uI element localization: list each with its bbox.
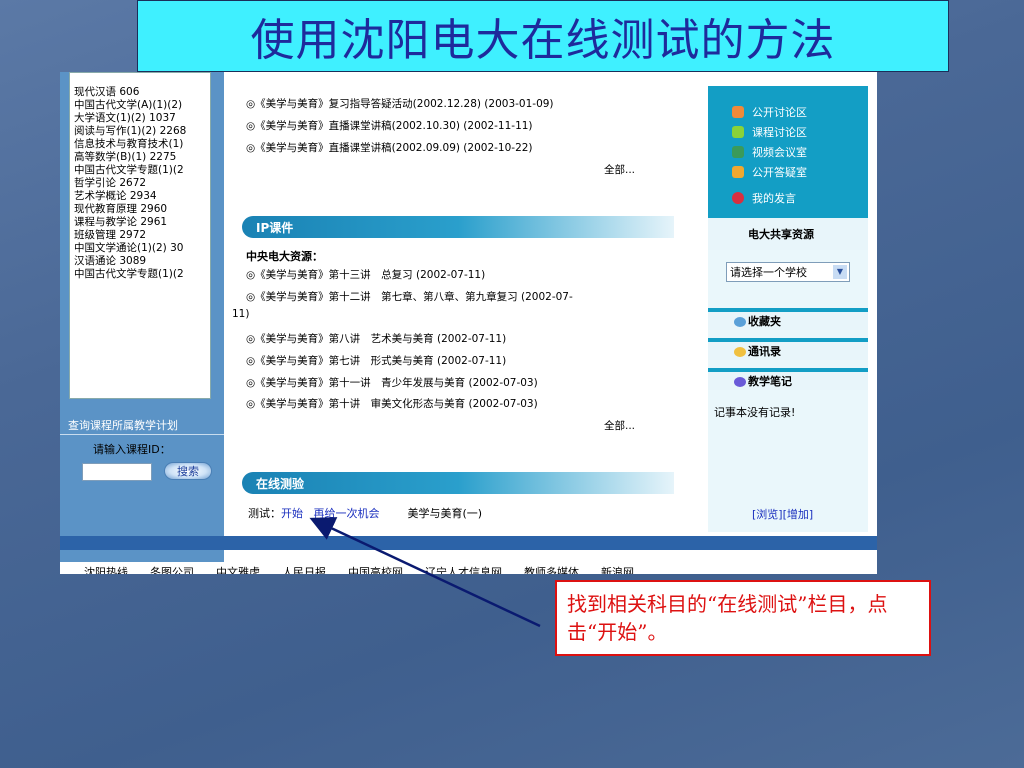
main-content: ◎《美学与美育》复习指导答疑活动(2002.12.28) (2003-01-09…	[232, 72, 732, 522]
favorites-icon	[734, 317, 746, 327]
list-item[interactable]: ◎《美学与美育》第十二讲 第七章、第八章、第九章复习 (2002-07-	[246, 289, 573, 304]
chevron-down-icon[interactable]: ▼	[833, 265, 847, 279]
list-item[interactable]: ◎《美学与美育》第七讲 形式美与美育 (2002-07-11)	[246, 353, 506, 368]
contacts-bar[interactable]: 通讯录	[708, 338, 868, 360]
school-select[interactable]: 请选择一个学校 ▼	[726, 262, 850, 282]
list-item[interactable]: 高等数学(B)(1) 2275	[74, 151, 210, 164]
share-resources-title: 电大共享资源	[708, 218, 868, 250]
contacts-label: 通讯录	[748, 345, 781, 358]
forum-item-my-posts[interactable]: 我的发言	[732, 190, 796, 206]
list-item[interactable]: ◎《美学与美育》第十讲 审美文化形态与美育 (2002-07-03)	[246, 396, 538, 411]
list-item[interactable]: 哲学引论 2672	[74, 177, 210, 190]
test-line: 测试：开始 再给一次机会 美学与美育(一)	[248, 505, 482, 521]
course-id-input[interactable]	[82, 463, 152, 481]
list-item[interactable]: 中国古代文学专题(1)(2	[74, 268, 210, 281]
school-select-value: 请选择一个学校	[730, 266, 807, 279]
footer-strip	[60, 536, 877, 550]
online-test-header: 在线测验	[242, 472, 674, 494]
favorites-label: 收藏夹	[748, 315, 781, 328]
list-item[interactable]: 中国古代文学(A)(1)(2)	[74, 99, 210, 112]
list-item[interactable]: ◎《美学与美育》直播课堂讲稿(2002.10.30) (2002-11-11)	[246, 118, 533, 133]
course-list[interactable]: 现代汉语 606 中国古代文学(A)(1)(2) 大学语文(1)(2) 1037…	[69, 72, 211, 399]
forum-item-course[interactable]: 课程讨论区	[732, 124, 807, 140]
list-item[interactable]: ◎《美学与美育》第十三讲 总复习 (2002-07-11)	[246, 267, 485, 282]
forum-item-label: 公开答疑室	[752, 166, 807, 179]
chat-icon	[732, 106, 744, 118]
forum-item-qa[interactable]: 公开答疑室	[732, 164, 807, 180]
favorites-bar[interactable]: 收藏夹	[708, 308, 868, 330]
right-sidebar: 公开讨论区 课程讨论区 视频会议室 公开答疑室 我的发言 电大共享资源 请选择一…	[708, 86, 868, 532]
more-link[interactable]: 全部...	[604, 418, 635, 433]
list-item[interactable]: 信息技术与教育技术(1)	[74, 138, 210, 151]
test-prefix: 测试：	[248, 507, 281, 520]
more-link[interactable]: 全部...	[604, 162, 635, 177]
list-item[interactable]: 班级管理 2972	[74, 229, 210, 242]
forum-item-label: 公开讨论区	[752, 106, 807, 119]
people-icon	[732, 146, 744, 158]
retry-link[interactable]: 再给一次机会	[314, 507, 380, 520]
left-sidebar: 现代汉语 606 中国古代文学(A)(1)(2) 大学语文(1)(2) 1037…	[60, 72, 224, 562]
smiley-icon	[732, 126, 744, 138]
list-item[interactable]: 现代汉语 606	[74, 86, 210, 99]
test-course-name: 美学与美育(一)	[407, 507, 483, 520]
forum-item-video[interactable]: 视频会议室	[732, 144, 807, 160]
house-icon	[732, 166, 744, 178]
slide-title: 使用沈阳电大在线测试的方法	[137, 0, 949, 72]
forum-item-label: 视频会议室	[752, 146, 807, 159]
start-test-link[interactable]: 开始	[281, 507, 303, 520]
list-item[interactable]: ◎《美学与美育》复习指导答疑活动(2002.12.28) (2003-01-09…	[246, 96, 554, 111]
notes-empty-text: 记事本没有记录!	[714, 406, 796, 419]
list-item[interactable]: 中国文学通论(1)(2) 30	[74, 242, 210, 255]
list-item[interactable]: 阅读与写作(1)(2) 2268	[74, 125, 210, 138]
instruction-callout: 找到相关科目的“在线测试”栏目，点击“开始”。	[555, 580, 931, 656]
list-item[interactable]: ◎《美学与美育》第十一讲 青少年发展与美育 (2002-07-03)	[246, 375, 538, 390]
list-item[interactable]: 中国古代文学专题(1)(2	[74, 164, 210, 177]
notes-icon	[734, 377, 746, 387]
forum-item-label: 课程讨论区	[752, 126, 807, 139]
ip-courseware-header: IP课件	[242, 216, 674, 238]
screenshot-window: 现代汉语 606 中国古代文学(A)(1)(2) 大学语文(1)(2) 1037…	[60, 72, 877, 574]
browse-add-links[interactable]: [浏览][增加]	[752, 506, 813, 522]
notes-label: 教学笔记	[748, 375, 792, 388]
list-item[interactable]: 现代教育原理 2960	[74, 203, 210, 216]
forum-item-public[interactable]: 公开讨论区	[732, 104, 807, 120]
list-item[interactable]: ◎《美学与美育》第八讲 艺术美与美育 (2002-07-11)	[246, 331, 506, 346]
list-item[interactable]: ◎《美学与美育》直播课堂讲稿(2002.09.09) (2002-10-22)	[246, 140, 533, 155]
list-item-wrap: 11)	[232, 308, 250, 320]
course-id-label: 请输入课程ID：	[93, 443, 171, 456]
footer-links[interactable]: 沈阳热线 冬图公司 中文雅虎 人民日报 中国高校网 辽宁人才信息网 教师多媒体 …	[84, 564, 634, 574]
contacts-icon	[734, 347, 746, 357]
list-item[interactable]: 课程与教学论 2961	[74, 216, 210, 229]
divider	[60, 434, 224, 435]
question-icon	[732, 192, 744, 204]
list-item[interactable]: 汉语通论 3089	[74, 255, 210, 268]
notes-bar[interactable]: 教学笔记	[708, 368, 868, 390]
search-button[interactable]: 搜索	[164, 462, 212, 480]
forum-item-label: 我的发言	[752, 192, 796, 205]
resource-subhead: 中央电大资源：	[246, 250, 323, 263]
list-item[interactable]: 艺术学概论 2934	[74, 190, 210, 203]
list-item[interactable]: 大学语文(1)(2) 1037	[74, 112, 210, 125]
query-plan-label: 查询课程所属教学计划	[68, 419, 178, 432]
